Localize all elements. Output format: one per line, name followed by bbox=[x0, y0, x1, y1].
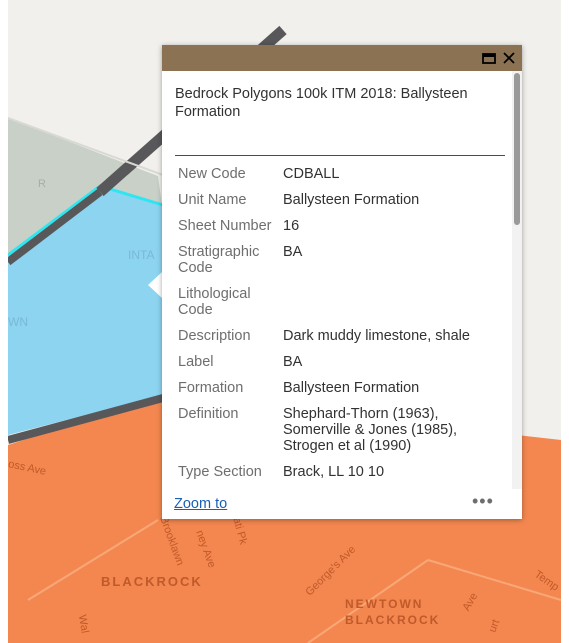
popup-footer: Zoom to ••• bbox=[162, 489, 522, 519]
attribute-key: Sheet Number bbox=[178, 218, 272, 234]
attribute-value: BA bbox=[283, 244, 303, 260]
attribute-value: Ballysteen Formation bbox=[283, 192, 420, 208]
feature-popup: Bedrock Polygons 100k ITM 2018: Ballyste… bbox=[162, 45, 522, 519]
attribute-value: CDBALL bbox=[283, 166, 340, 182]
map-label-r: R bbox=[38, 178, 46, 190]
attribute-key: Lithological Code bbox=[178, 286, 251, 318]
attribute-key: Stratigraphic Code bbox=[178, 244, 260, 276]
map-label-inta: INTA bbox=[128, 248, 155, 262]
popup-content[interactable]: Bedrock Polygons 100k ITM 2018: Ballyste… bbox=[162, 71, 512, 489]
close-icon[interactable] bbox=[499, 48, 519, 68]
attribute-key: Unit Name bbox=[178, 192, 247, 208]
popup-title: Bedrock Polygons 100k ITM 2018: Ballyste… bbox=[175, 86, 468, 120]
map-label-newtown: NEWTOWN bbox=[345, 597, 424, 611]
attribute-value bbox=[279, 284, 487, 326]
attribute-key: New Code bbox=[178, 166, 246, 182]
popup-scrollbar[interactable] bbox=[512, 71, 522, 491]
zoom-to-link[interactable]: Zoom to bbox=[174, 496, 227, 512]
title-divider bbox=[175, 155, 505, 156]
attribute-value: 16 bbox=[283, 218, 300, 234]
attribute-row: Sheet Number 16 bbox=[174, 216, 487, 242]
attribute-key: Formation bbox=[178, 380, 244, 396]
attribute-table: New Code CDBALL Unit Name Ballysteen For… bbox=[174, 164, 487, 488]
attribute-row: New Code CDBALL bbox=[174, 164, 487, 190]
attribute-value: Ballysteen Formation bbox=[283, 380, 420, 396]
map-label-blackrock-2: BLACKROCK bbox=[345, 613, 441, 627]
attribute-value: BA bbox=[283, 354, 303, 370]
attribute-row: Definition Shephard-Thorn (1963), Somerv… bbox=[174, 404, 487, 462]
attribute-row: Formation Ballysteen Formation bbox=[174, 378, 487, 404]
attribute-key: Type Section bbox=[178, 464, 262, 480]
attribute-row: Label BA bbox=[174, 352, 487, 378]
more-options-icon[interactable]: ••• bbox=[472, 491, 494, 512]
scrollbar-thumb[interactable] bbox=[514, 73, 520, 225]
attribute-row: Lithological Code bbox=[174, 284, 487, 326]
attribute-row: Unit Name Ballysteen Formation bbox=[174, 190, 487, 216]
maximize-icon[interactable] bbox=[479, 48, 499, 68]
attribute-row: Description Dark muddy limestone, shale bbox=[174, 326, 487, 352]
attribute-key: Label bbox=[178, 354, 214, 370]
map-label-wn: WN bbox=[8, 315, 28, 329]
attribute-key: Description bbox=[178, 328, 251, 344]
popup-header bbox=[162, 45, 522, 71]
attribute-value: Brack, LL 10 10 bbox=[283, 464, 385, 480]
attribute-key: Definition bbox=[178, 406, 239, 422]
attribute-value: Shephard-Thorn (1963), Somerville & Jone… bbox=[283, 406, 458, 454]
attribute-row: Type Section Brack, LL 10 10 bbox=[174, 462, 487, 488]
map-label-blackrock: BLACKROCK bbox=[101, 574, 203, 589]
popup-pointer bbox=[148, 272, 162, 298]
attribute-value: Dark muddy limestone, shale bbox=[283, 328, 470, 344]
attribute-row: Stratigraphic Code BA bbox=[174, 242, 487, 284]
